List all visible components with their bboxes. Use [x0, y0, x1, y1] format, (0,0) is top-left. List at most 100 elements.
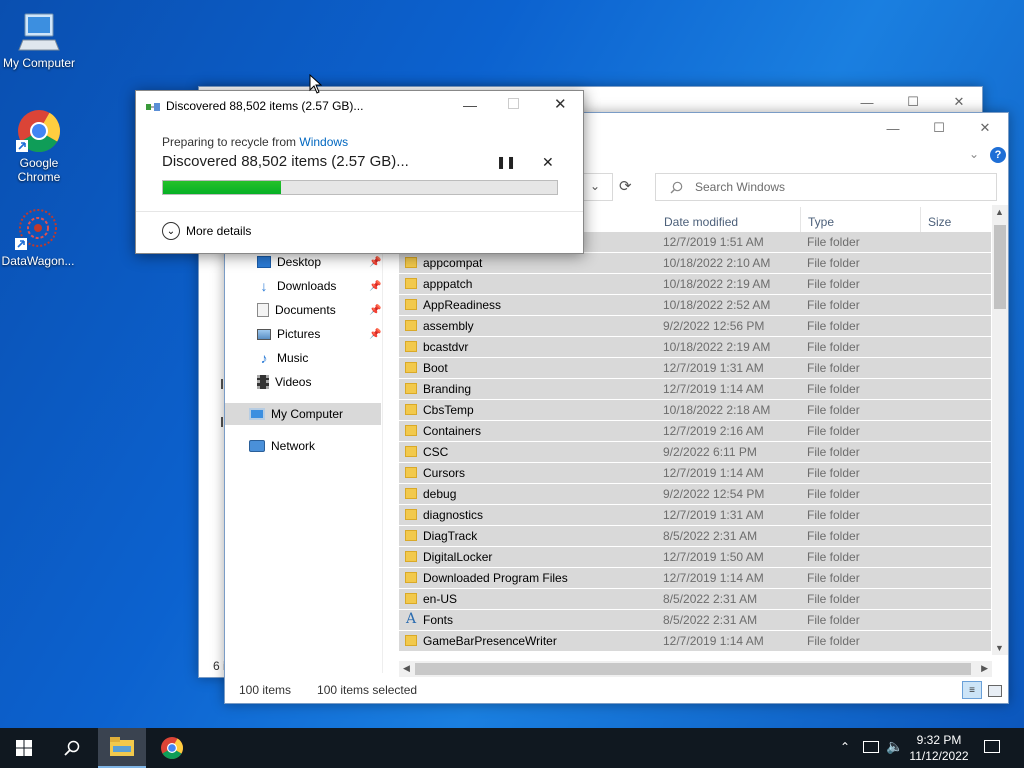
folder-icon: [405, 257, 417, 268]
pause-button[interactable]: ❚❚: [496, 155, 516, 169]
notification-icon[interactable]: [984, 740, 1000, 753]
scroll-down-arrow-icon[interactable]: ▼: [995, 643, 1004, 653]
table-row[interactable]: appcompat 10/18/2022 2:10 AM File folder: [399, 253, 991, 273]
scroll-left-arrow-icon[interactable]: ◀: [403, 663, 410, 674]
desktop-icon-my-computer[interactable]: My Computer: [1, 10, 77, 70]
network-tray-icon[interactable]: [863, 741, 879, 753]
file-name: DiagTrack: [423, 529, 478, 543]
ribbon-expand-chevron-icon[interactable]: ⌄: [969, 147, 979, 161]
desktop-icon-datawagon[interactable]: DataWagon...: [0, 206, 76, 268]
table-row[interactable]: diagnostics 12/7/2019 1:31 AM File folder: [399, 505, 991, 525]
pin-icon[interactable]: 📌: [369, 305, 381, 316]
pin-icon[interactable]: 📌: [369, 329, 381, 340]
table-row[interactable]: assembly 9/2/2022 12:56 PM File folder: [399, 316, 991, 336]
table-row[interactable]: Boot 12/7/2019 1:31 AM File folder: [399, 358, 991, 378]
help-icon[interactable]: ?: [990, 147, 1006, 163]
details-view-icon[interactable]: ≡: [962, 681, 982, 699]
status-bar: 100 items 100 items selected: [239, 683, 417, 697]
horizontal-scrollbar[interactable]: ◀ ▶: [399, 661, 992, 677]
table-row[interactable]: Downloaded Program Files 12/7/2019 1:14 A…: [399, 568, 991, 588]
file-date: 12/7/2019 1:31 AM: [663, 508, 764, 522]
taskbar-file-explorer[interactable]: [98, 728, 146, 768]
file-list[interactable]: Date modified Type Size 12/7/2019 1:51 A…: [399, 205, 993, 655]
dialog-title: Discovered 88,502 items (2.57 GB)...: [166, 99, 364, 113]
nav-item-desktop[interactable]: Desktop 📌: [257, 251, 381, 273]
clock[interactable]: 9:32 PM 11/12/2022: [904, 732, 974, 764]
folder-icon: [405, 425, 417, 436]
desktop-icon-google-chrome[interactable]: Google Chrome: [1, 108, 77, 184]
table-row[interactable]: CbsTemp 10/18/2022 2:18 AM File folder: [399, 400, 991, 420]
more-details-label: More details: [186, 224, 252, 238]
table-row[interactable]: apppatch 10/18/2022 2:19 AM File folder: [399, 274, 991, 294]
start-button[interactable]: [0, 728, 48, 768]
file-date: 8/5/2022 2:31 AM: [663, 529, 758, 543]
folder-icon: [405, 362, 417, 373]
file-date: 12/7/2019 1:14 AM: [663, 382, 764, 396]
table-row[interactable]: DigitalLocker 12/7/2019 1:50 AM File folde…: [399, 547, 991, 567]
table-row[interactable]: Containers 12/7/2019 2:16 AM File folder: [399, 421, 991, 441]
table-row[interactable]: A Fonts 8/5/2022 2:31 AM File folder: [399, 610, 991, 630]
nav-label: Pictures: [277, 327, 321, 341]
taskbar: ⌃ 🔈 9:32 PM 11/12/2022: [0, 728, 1024, 768]
recycle-progress-dialog[interactable]: Discovered 88,502 items (2.57 GB)... — ✕…: [135, 90, 584, 254]
file-type: File folder: [807, 277, 860, 291]
nav-label: Music: [277, 351, 309, 365]
table-row[interactable]: Cursors 12/7/2019 1:14 AM File folder: [399, 463, 991, 483]
scroll-thumb[interactable]: [994, 225, 1006, 309]
table-row[interactable]: GameBarPresenceWriter 12/7/2019 1:14 AM Fi…: [399, 631, 991, 651]
table-row[interactable]: CSC 9/2/2022 6:11 PM File folder: [399, 442, 991, 462]
more-details-button[interactable]: ⌄ More details: [162, 222, 251, 240]
table-row[interactable]: en-US 8/5/2022 2:31 AM File folder: [399, 589, 991, 609]
table-row[interactable]: bcastdvr 10/18/2022 2:19 AM File folder: [399, 337, 991, 357]
scroll-up-arrow-icon[interactable]: ▲: [995, 207, 1004, 217]
close-icon[interactable]: ✕: [962, 113, 1008, 143]
dialog-minimize-icon[interactable]: —: [463, 97, 477, 113]
volume-icon[interactable]: 🔈: [886, 738, 903, 755]
maximize-icon[interactable]: ☐: [916, 113, 962, 143]
nav-item-network[interactable]: Network: [249, 435, 315, 457]
search-icon: [670, 181, 683, 193]
nav-item-documents[interactable]: Documents 📌: [257, 299, 381, 321]
file-name: apppatch: [423, 277, 473, 291]
vertical-scrollbar[interactable]: ▲ ▼: [992, 205, 1008, 655]
cancel-button[interactable]: ✕: [542, 154, 554, 171]
scroll-right-arrow-icon[interactable]: ▶: [981, 663, 988, 674]
videos-film-icon: [257, 375, 269, 389]
table-row[interactable]: AppReadiness 10/18/2022 2:52 AM File folde…: [399, 295, 991, 315]
table-row[interactable]: Branding 12/7/2019 1:14 AM File folder: [399, 379, 991, 399]
refresh-icon[interactable]: ⟳: [619, 177, 632, 195]
search-button[interactable]: [48, 728, 96, 768]
nav-item-music[interactable]: ♪ Music: [257, 347, 309, 369]
computer-icon: [249, 408, 265, 420]
minimize-icon[interactable]: —: [870, 113, 916, 143]
address-dropdown-chevron-icon[interactable]: ⌄: [590, 179, 600, 193]
file-type: File folder: [807, 487, 860, 501]
taskbar-chrome[interactable]: [148, 728, 196, 768]
source-folder-link[interactable]: Windows: [299, 135, 348, 149]
scroll-thumb[interactable]: [415, 663, 971, 675]
tray-overflow-chevron-icon[interactable]: ⌃: [840, 740, 850, 754]
mouse-cursor-icon: [309, 74, 323, 94]
desktop-folder-icon: [257, 256, 271, 268]
pin-icon[interactable]: 📌: [369, 281, 381, 292]
downloads-arrow-icon: ↓: [260, 278, 268, 294]
file-date: 10/18/2022 2:19 AM: [663, 340, 771, 354]
file-type: File folder: [807, 319, 860, 333]
table-row[interactable]: debug 9/2/2022 12:54 PM File folder: [399, 484, 991, 504]
navigation-pane[interactable]: Desktop 📌 ↓ Downloads 📌 Documents 📌 Pict…: [225, 243, 383, 673]
nav-item-videos[interactable]: Videos: [257, 371, 311, 393]
table-row[interactable]: DiagTrack 8/5/2022 2:31 AM File folder: [399, 526, 991, 546]
file-type: File folder: [807, 298, 860, 312]
pictures-icon: [257, 328, 271, 340]
file-type: File folder: [807, 403, 860, 417]
file-name: en-US: [423, 592, 458, 606]
nav-item-pictures[interactable]: Pictures 📌: [257, 323, 381, 345]
nav-item-downloads[interactable]: ↓ Downloads 📌: [257, 275, 382, 297]
nav-item-my-computer[interactable]: My Computer: [249, 403, 343, 425]
documents-icon: [257, 303, 269, 317]
pin-icon[interactable]: 📌: [369, 257, 381, 268]
search-input[interactable]: Search Windows: [655, 173, 997, 201]
windows-logo-icon: [16, 740, 32, 756]
dialog-close-icon[interactable]: ✕: [554, 95, 567, 113]
large-icons-view-icon[interactable]: [988, 685, 1002, 697]
